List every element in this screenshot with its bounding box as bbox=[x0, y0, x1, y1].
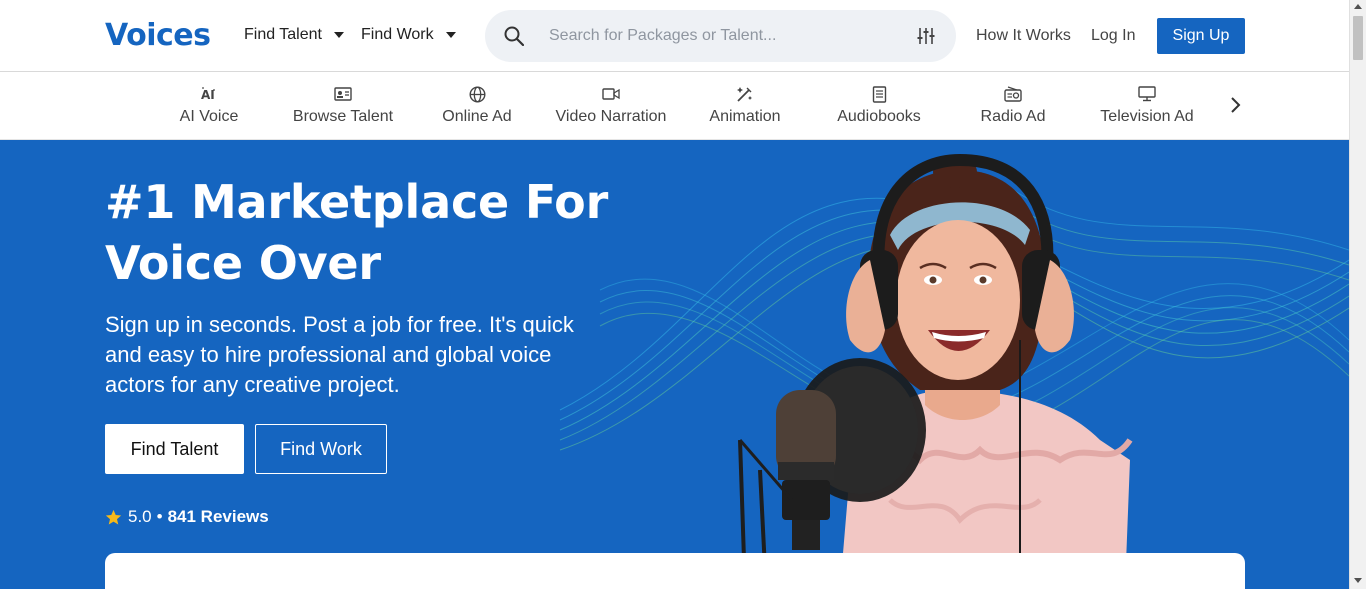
find-talent-button[interactable]: Find Talent bbox=[105, 424, 244, 474]
category-label: Online Ad bbox=[442, 108, 512, 125]
category-label: Animation bbox=[709, 108, 781, 125]
category-browse-talent[interactable]: Browse Talent bbox=[276, 85, 410, 126]
caret-down-icon bbox=[333, 32, 344, 38]
review-count[interactable]: 841 Reviews bbox=[168, 507, 269, 527]
filter-sliders-icon[interactable] bbox=[917, 27, 935, 45]
hero-title: #1 Marketplace For Voice Over bbox=[105, 175, 609, 290]
category-bar: AI AI Voice Browse Talent Online Ad Vide… bbox=[0, 73, 1349, 140]
search-bar bbox=[485, 10, 956, 62]
chevron-right-icon[interactable] bbox=[1228, 95, 1244, 115]
nav-find-work-label: Find Work bbox=[361, 26, 434, 43]
book-icon bbox=[812, 85, 946, 103]
magic-wand-icon bbox=[678, 85, 812, 103]
nav-find-talent-label: Find Talent bbox=[244, 26, 322, 43]
voices-logo[interactable]: Voices bbox=[105, 18, 211, 53]
category-video-narration[interactable]: Video Narration bbox=[544, 85, 678, 126]
scroll-thumb[interactable] bbox=[1353, 16, 1363, 60]
category-label: Browse Talent bbox=[292, 108, 394, 125]
hero-photo-voice-actor bbox=[738, 153, 1133, 589]
category-animation[interactable]: Animation bbox=[678, 85, 812, 126]
nav-find-talent[interactable]: Find Talent bbox=[244, 26, 344, 44]
category-label: Audiobooks bbox=[837, 108, 921, 125]
page-scrollbar[interactable] bbox=[1349, 0, 1366, 589]
find-work-button[interactable]: Find Work bbox=[255, 424, 387, 474]
sign-up-button[interactable]: Sign Up bbox=[1157, 18, 1245, 54]
video-camera-icon bbox=[544, 85, 678, 103]
id-card-icon bbox=[276, 85, 410, 103]
log-in-link[interactable]: Log In bbox=[1091, 27, 1135, 45]
globe-icon bbox=[410, 85, 544, 103]
rating-summary: 5.0 • 841 Reviews bbox=[105, 507, 269, 527]
scroll-down-arrow-icon[interactable] bbox=[1354, 578, 1362, 583]
hero-subtitle: Sign up in seconds. Post a job for free.… bbox=[105, 312, 574, 397]
search-card-panel bbox=[105, 553, 1245, 589]
rating-separator: • bbox=[156, 507, 163, 526]
category-label: Video Narration bbox=[555, 108, 667, 125]
how-it-works-link[interactable]: How It Works bbox=[976, 27, 1071, 45]
monitor-icon bbox=[1080, 85, 1214, 103]
category-label: Television Ad bbox=[1100, 108, 1194, 125]
hero-section: #1 Marketplace For Voice Over Sign up in… bbox=[0, 140, 1349, 589]
category-ai-voice[interactable]: AI AI Voice bbox=[142, 85, 276, 126]
scroll-up-arrow-icon[interactable] bbox=[1354, 4, 1362, 9]
search-input[interactable] bbox=[549, 22, 879, 50]
category-label: Radio Ad bbox=[980, 108, 1046, 125]
category-radio-ad[interactable]: Radio Ad bbox=[946, 85, 1080, 126]
search-icon[interactable] bbox=[504, 26, 524, 46]
category-television-ad[interactable]: Television Ad bbox=[1080, 85, 1214, 126]
rating-score: 5.0 bbox=[128, 507, 152, 526]
star-icon bbox=[105, 509, 122, 525]
category-label: AI Voice bbox=[179, 108, 239, 125]
ai-icon: AI bbox=[142, 85, 276, 103]
radio-icon bbox=[946, 85, 1080, 103]
category-online-ad[interactable]: Online Ad bbox=[410, 85, 544, 126]
nav-find-work[interactable]: Find Work bbox=[361, 26, 456, 44]
site-header: Voices Find Talent Find Work How It Work… bbox=[0, 0, 1349, 72]
category-audiobooks[interactable]: Audiobooks bbox=[812, 85, 946, 126]
svg-text:AI: AI bbox=[201, 88, 215, 102]
caret-down-icon bbox=[445, 32, 456, 38]
